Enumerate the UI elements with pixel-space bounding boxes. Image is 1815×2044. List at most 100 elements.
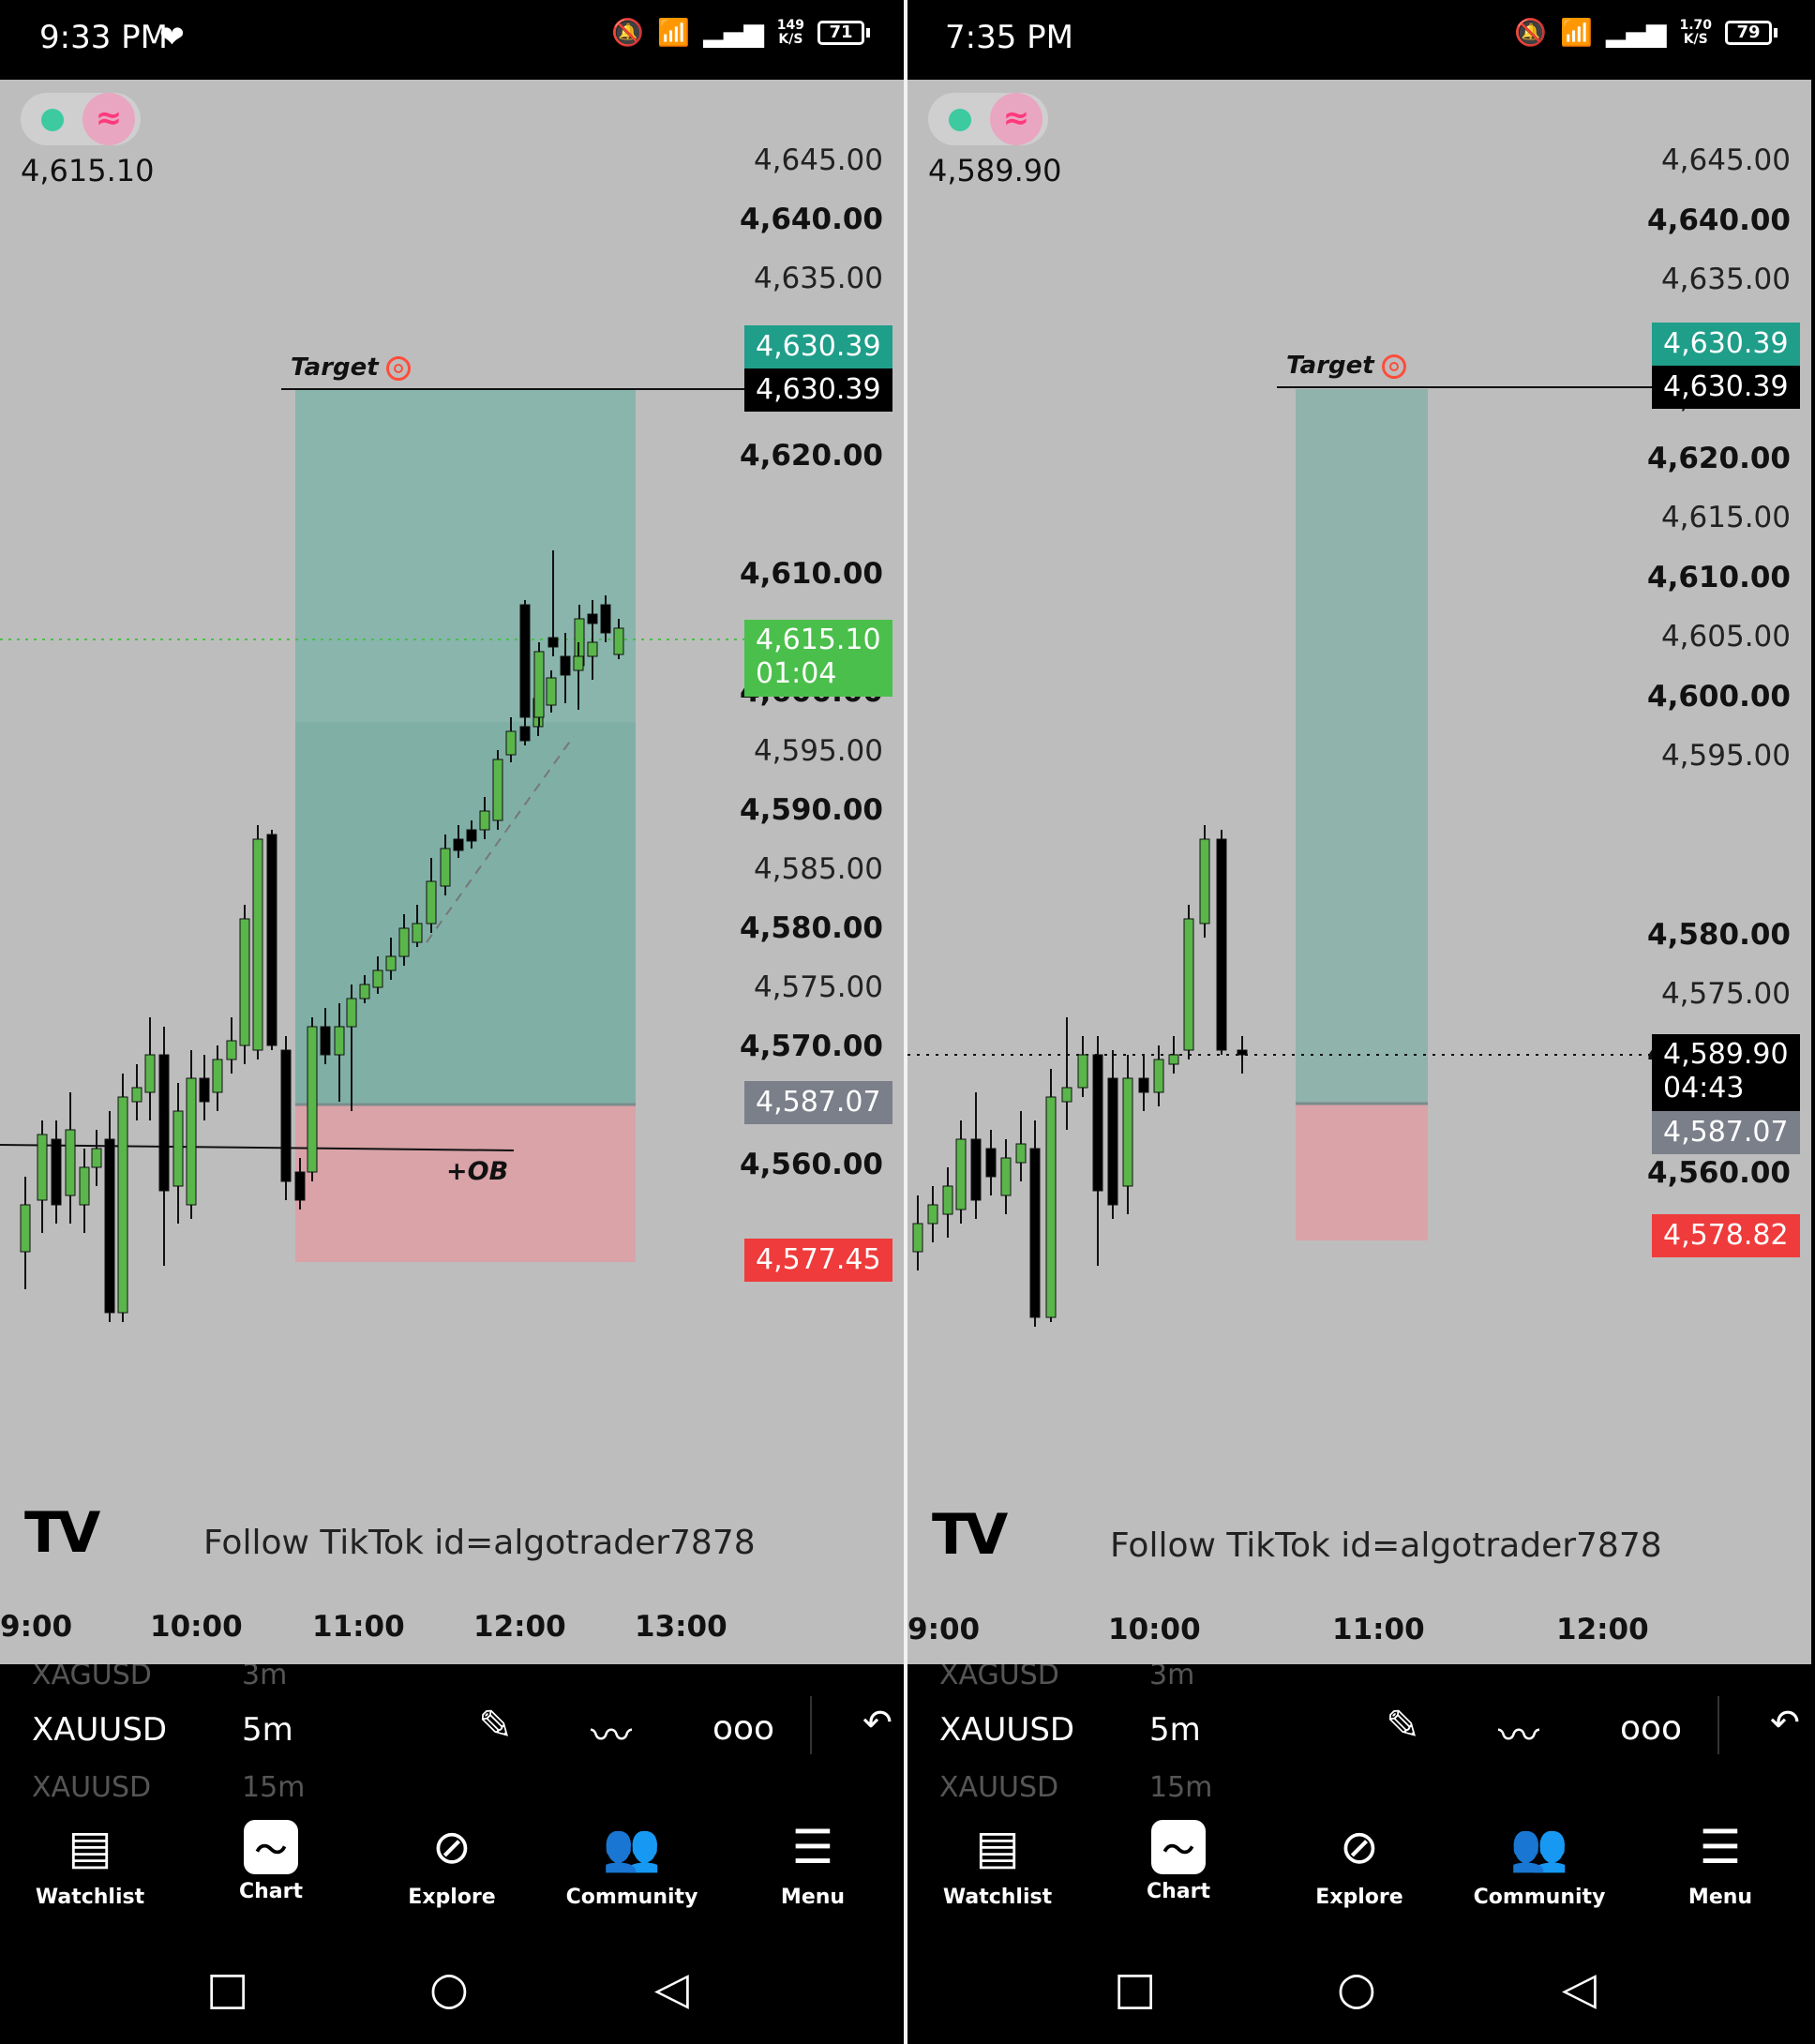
candle — [587, 613, 598, 624]
price-axis-label: 4,595.00 — [753, 734, 883, 768]
circle-icon[interactable]: ○ — [1337, 1962, 1376, 2015]
candle — [186, 1077, 197, 1206]
time-label: 13:00 — [635, 1610, 728, 1644]
nav-menu[interactable]: ☰ Menu — [738, 1814, 888, 1909]
mute-icon: 🔕 — [611, 17, 645, 48]
candle — [505, 730, 517, 756]
nav-menu[interactable]: ☰ Menu — [1645, 1814, 1795, 1909]
square-icon[interactable]: □ — [206, 1962, 248, 2015]
entry-price-tag: 4,587.07 — [744, 1081, 892, 1124]
battery-icon: 71 — [818, 20, 870, 45]
time-label: 11:00 — [312, 1610, 405, 1644]
time-label: 11:00 — [1332, 1613, 1425, 1646]
candle — [546, 677, 557, 706]
system-nav: □ ○ ◁ — [0, 1944, 904, 2044]
chart-canvas[interactable] — [908, 80, 1811, 1664]
candle — [131, 1087, 142, 1103]
nav-label: Community — [1473, 1886, 1606, 1909]
time-label: 9:00 — [0, 1610, 73, 1644]
nav-watchlist[interactable]: ▤ Watchlist — [15, 1814, 165, 1909]
target-text: Target — [1286, 352, 1374, 380]
target-line-tag: 4,630.39 — [1652, 366, 1800, 409]
nav-community[interactable]: 👥 Community — [1464, 1814, 1614, 1909]
candle — [320, 1026, 331, 1056]
draw-icon[interactable]: ✎ — [1386, 1702, 1420, 1750]
wifi-icon: 📶 — [657, 17, 691, 48]
square-icon[interactable]: □ — [1114, 1962, 1156, 2015]
price-axis-label: 4,570.00 — [740, 1030, 883, 1063]
candle — [239, 918, 250, 1046]
symbol-toolbar: XAGUSD 3m XAUUSD 5m XAUUSD 15m ✎ 〰 ooo ↶ — [908, 1664, 1811, 1803]
price-axis-label: 4,575.00 — [1660, 977, 1791, 1011]
nav-chart[interactable]: 〜 Chart — [1103, 1814, 1253, 1903]
back-icon[interactable]: ◁ — [1562, 1962, 1597, 2015]
candle — [334, 1026, 345, 1056]
candle — [1015, 1143, 1027, 1164]
price-axis-label: 4,595.00 — [1660, 739, 1791, 773]
price-chart[interactable]: ≈ 4,589.90 4,645.004,640.004,635.004,625… — [908, 80, 1811, 1664]
indicator-icon[interactable]: 〰 — [1498, 1702, 1539, 1762]
indicator-toggle[interactable]: ≈ — [928, 93, 1048, 145]
bottom-nav: ▤ Watchlist 〜 Chart ⊘ Explore 👥 Communit… — [0, 1803, 904, 1944]
indicator-icon[interactable]: 〰 — [591, 1702, 632, 1762]
tradingview-logo: TV — [932, 1502, 1008, 1568]
candle — [912, 1223, 923, 1253]
wifi-icon: 📶 — [1559, 17, 1593, 48]
community-icon: 👥 — [1509, 1820, 1569, 1874]
ghost-symbol: XAUUSD — [32, 1771, 152, 1803]
candle — [117, 1096, 128, 1314]
candle — [548, 637, 559, 648]
symbol-toolbar: XAGUSD 3m XAUUSD 5m XAUUSD 15m ✎ 〰 ooo ↶ — [0, 1664, 904, 1803]
candle — [533, 651, 545, 718]
status-dot-icon — [949, 109, 971, 131]
nav-explore[interactable]: ⊘ Explore — [377, 1814, 527, 1909]
wave-icon[interactable]: ≈ — [990, 93, 1042, 145]
symbol-selector[interactable]: XAUUSD — [32, 1711, 167, 1749]
interval-selector[interactable]: 5m — [1149, 1711, 1201, 1749]
more-icon[interactable]: ooo — [712, 1709, 774, 1748]
price-axis-label: 4,635.00 — [753, 262, 883, 295]
menu-icon: ☰ — [791, 1820, 834, 1874]
price-chart[interactable]: ≈ 4,615.10 4,645.004,640.004,635.004,625… — [0, 80, 904, 1664]
undo-icon[interactable]: ↶ — [862, 1702, 892, 1743]
battery-level: 71 — [818, 20, 864, 45]
last-value: 4,615.10 — [21, 153, 155, 188]
net-speed-value: 1.70 — [1679, 17, 1712, 33]
nav-label: Community — [565, 1886, 698, 1909]
stop-price-tag: 4,577.45 — [744, 1239, 892, 1282]
more-icon[interactable]: ooo — [1620, 1709, 1682, 1748]
nav-watchlist[interactable]: ▤ Watchlist — [922, 1814, 1072, 1909]
ghost-interval: 15m — [242, 1771, 306, 1803]
back-icon[interactable]: ◁ — [654, 1962, 689, 2015]
time-label: 12:00 — [473, 1610, 566, 1644]
chart-icon: 〜 — [244, 1820, 298, 1874]
target-text: Target — [291, 353, 379, 382]
nav-chart[interactable]: 〜 Chart — [196, 1814, 346, 1903]
candle — [492, 759, 503, 821]
candle — [587, 641, 598, 657]
candle — [1045, 1096, 1057, 1318]
time-label: 10:00 — [1108, 1613, 1201, 1646]
nav-explore[interactable]: ⊘ Explore — [1284, 1814, 1434, 1909]
candle — [942, 1185, 953, 1215]
status-bar: 9:33 PM ❤ 🔕 📶 ▂▄▆ 149 K/S 71 — [0, 0, 904, 80]
net-speed-unit: K/S — [778, 31, 803, 47]
signal-icon: ▂▄▆ — [703, 17, 764, 48]
candle — [955, 1138, 967, 1210]
candle — [1153, 1059, 1164, 1093]
nav-label: Watchlist — [35, 1886, 145, 1909]
nav-community[interactable]: 👥 Community — [557, 1814, 707, 1909]
indicator-toggle[interactable]: ≈ — [21, 93, 141, 145]
current-price-tag: 4,589.90 04:43 — [1652, 1034, 1800, 1111]
candle — [307, 1026, 318, 1173]
price-axis-label: 4,635.00 — [1660, 263, 1791, 296]
draw-icon[interactable]: ✎ — [478, 1702, 513, 1750]
symbol-selector[interactable]: XAUUSD — [939, 1711, 1074, 1749]
interval-selector[interactable]: 5m — [242, 1711, 293, 1749]
candle — [970, 1138, 982, 1201]
wave-icon[interactable]: ≈ — [82, 93, 135, 145]
target-icon — [1381, 353, 1406, 379]
screenshot-left: 9:33 PM ❤ 🔕 📶 ▂▄▆ 149 K/S 71 ≈ 4,615.10 … — [0, 0, 904, 2044]
undo-icon[interactable]: ↶ — [1770, 1702, 1800, 1743]
circle-icon[interactable]: ○ — [429, 1962, 469, 2015]
